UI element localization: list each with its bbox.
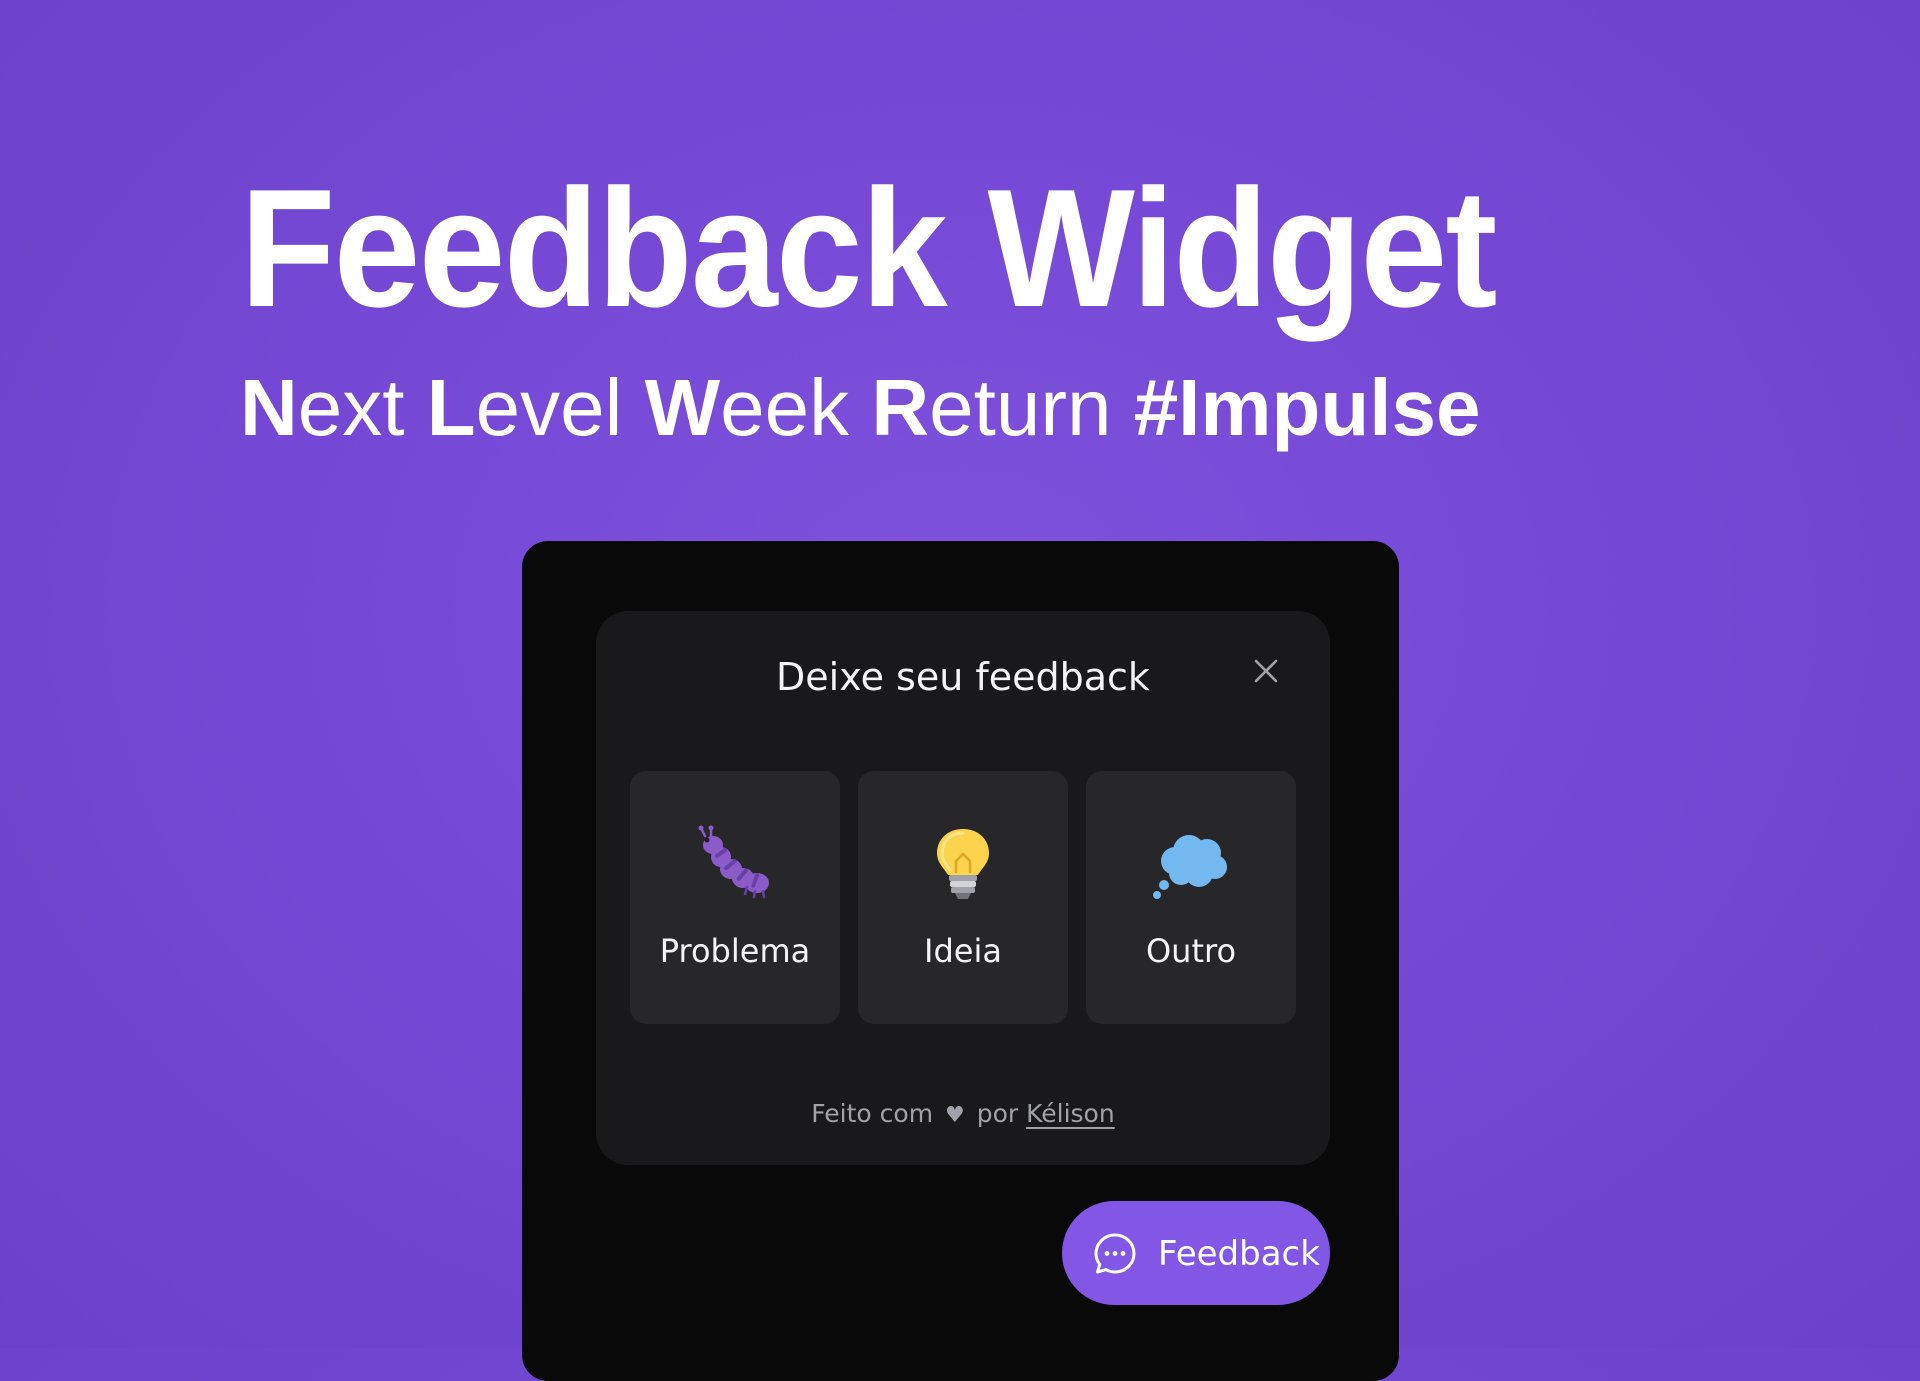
feedback-widget-card: Deixe seu feedback Problema Ideia Outro …: [596, 611, 1330, 1165]
feedback-launcher-label: Feedback: [1158, 1234, 1320, 1274]
footer-middle: por: [976, 1099, 1019, 1128]
close-button[interactable]: [1246, 651, 1286, 691]
option-label: Outro: [1145, 932, 1237, 970]
subtitle-initial-r: R: [871, 363, 930, 452]
subtitle-hashtag: #Impulse: [1133, 363, 1481, 452]
option-outro[interactable]: Outro: [1086, 771, 1296, 1024]
author-link[interactable]: Kélison: [1026, 1099, 1115, 1128]
subtitle-word-week: eek: [720, 363, 872, 452]
widget-title: Deixe seu feedback: [776, 655, 1150, 699]
option-label: Ideia: [924, 932, 1002, 970]
lightbulb-icon: [937, 829, 989, 899]
subtitle-word-return: eturn: [929, 363, 1134, 452]
bug-icon: [698, 825, 769, 899]
thought-bubble-icon: [1153, 835, 1227, 899]
close-icon: [1254, 659, 1278, 683]
heart-icon: ♥: [945, 1103, 965, 1128]
subtitle-initial-n: N: [240, 363, 298, 452]
subtitle-initial-w: W: [644, 363, 721, 452]
subtitle-word-level: evel: [475, 363, 645, 452]
feedback-launcher-button[interactable]: Feedback: [1062, 1201, 1330, 1305]
option-label: Problema: [659, 932, 811, 970]
subtitle-initial-l: L: [426, 363, 476, 452]
footer-credit: Feito com ♥ por Kélison: [596, 1096, 1330, 1134]
option-problema[interactable]: Problema: [630, 771, 840, 1024]
hero-title: Feedback Widget: [240, 154, 1497, 342]
option-ideia[interactable]: Ideia: [858, 771, 1068, 1024]
footer-prefix: Feito com: [811, 1099, 934, 1128]
feedback-type-options: Problema Ideia Outro: [630, 771, 1296, 1024]
subtitle-word-next: ext: [297, 363, 427, 452]
hero-subtitle: Next Level Week Return #Impulse: [240, 358, 1480, 458]
chat-bubble-icon: [1094, 1233, 1136, 1274]
